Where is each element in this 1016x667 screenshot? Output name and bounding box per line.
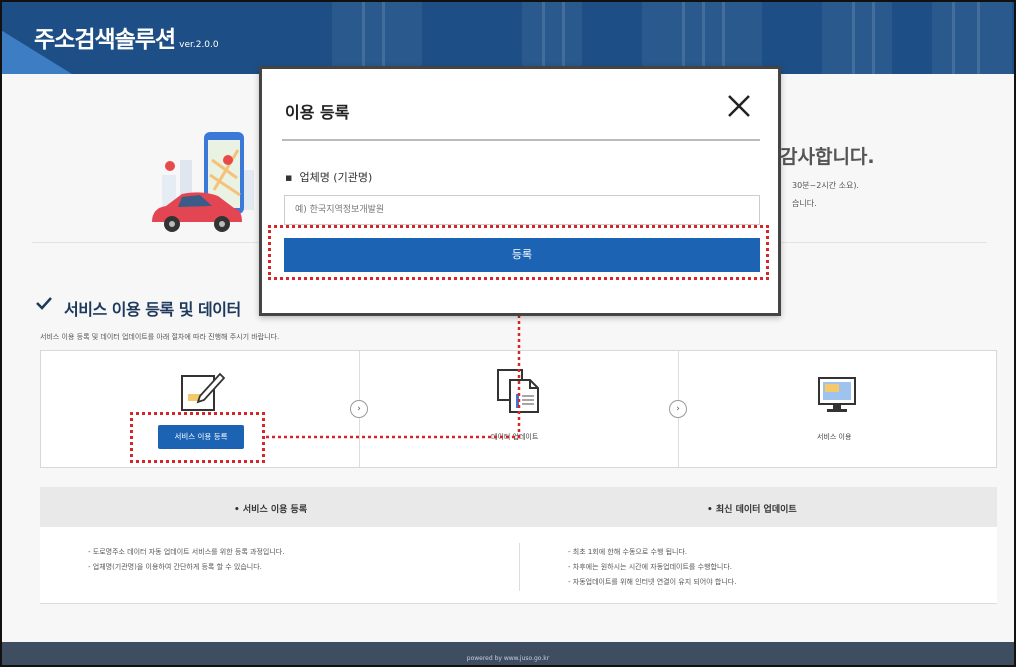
hero-subtitle: 30분~2시간 소요). [792,181,859,190]
highlight-box-submit-button [268,225,769,280]
info-right-line: - 자동업데이트를 위해 인터넷 연결이 유지 되어야 합니다. [568,578,737,586]
edit-document-icon [181,372,226,411]
company-name-input[interactable] [284,195,760,225]
close-icon[interactable] [724,91,754,121]
info-left-title: • 서비스 이용 등록 [234,505,308,515]
modal-title: 이용 등록 [285,103,350,122]
section-title: 서비스 이용 등록 및 데이터 [64,300,241,319]
info-left-line: - 업체명(기관명)을 이용하여 간단하게 등록 할 수 있습니다. [88,563,262,571]
info-right-title: • 최신 데이터 업데이트 [707,505,797,515]
app-window: 주소검색솔루션 ver.2.0.0 감사합니다. 30분~2시간 소요). 습니다… [0,0,1016,667]
monitor-icon [818,377,856,412]
info-table-header [40,487,997,527]
footer-text: powered by www.juso.go.kr [466,655,550,662]
highlight-box-register-button [130,412,265,463]
section-description: 서비스 이용 등록 및 데이터 업데이트를 아래 절차에 따라 진행해 주시기 … [40,333,280,341]
company-name-label: ▪ 업체명 (기관명) [285,171,373,184]
version-label: ver.2.0.0 [179,40,219,50]
hero-subtitle-2: 습니다. [792,199,817,208]
car-navigation-illustration [152,132,254,232]
check-icon [36,297,52,310]
next-arrow-icon: › [669,400,687,418]
info-left-line: - 도로명주소 데이터 자동 업데이트 서비스를 위한 등록 과정입니다. [88,548,285,556]
modal-divider [282,139,760,141]
app-logo: 주소검색솔루션 ver.2.0.0 [34,27,219,53]
info-right-line: - 최초 1회에 한해 수동으로 수행 됩니다. [568,548,688,556]
info-right-line: - 차후에는 원하시는 시간에 자동업데이트를 수행합니다. [568,563,732,571]
hero-title: 감사합니다. [780,146,875,168]
step-label-service: 서비스 이용 [817,433,852,441]
